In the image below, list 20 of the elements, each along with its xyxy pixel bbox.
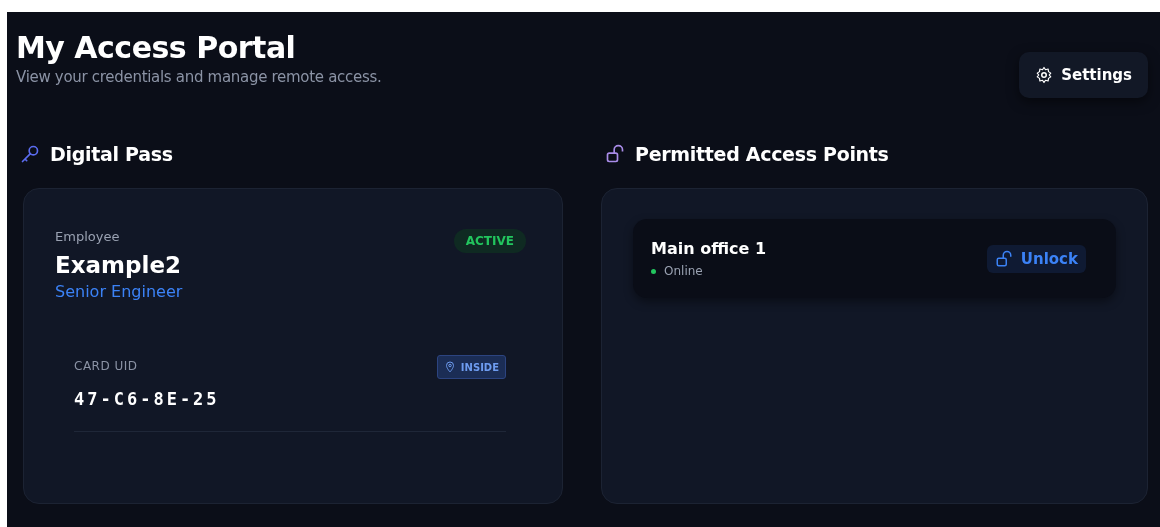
pin-icon — [443, 361, 456, 373]
page-subtitle: View your credentials and manage remote access. — [16, 68, 382, 86]
settings-icon — [1035, 66, 1054, 84]
card-uid: 47-C6-8E-25 — [74, 389, 220, 409]
employee-name: Example2 — [55, 252, 182, 278]
role-label: Employee — [55, 229, 121, 244]
access-point-name: Main office 1 — [651, 239, 767, 258]
page-title: My Access Portal — [16, 30, 297, 66]
location-badge: INSIDE — [436, 355, 506, 379]
section-heading: Permitted Access Points — [635, 143, 889, 165]
status-badge: ACTIVE — [453, 229, 526, 253]
job-title: Senior Engineer — [55, 282, 183, 301]
unlock-button[interactable]: Unlock — [986, 244, 1086, 273]
padlock-icon — [605, 144, 625, 164]
section-heading: Digital Pass — [50, 143, 173, 165]
key-icon — [20, 144, 40, 164]
padlock-icon — [994, 249, 1013, 268]
card-uid-label: CARD UID — [74, 359, 139, 373]
settings-button[interactable]: Settings — [1019, 52, 1148, 98]
status-text: Online — [664, 264, 703, 278]
